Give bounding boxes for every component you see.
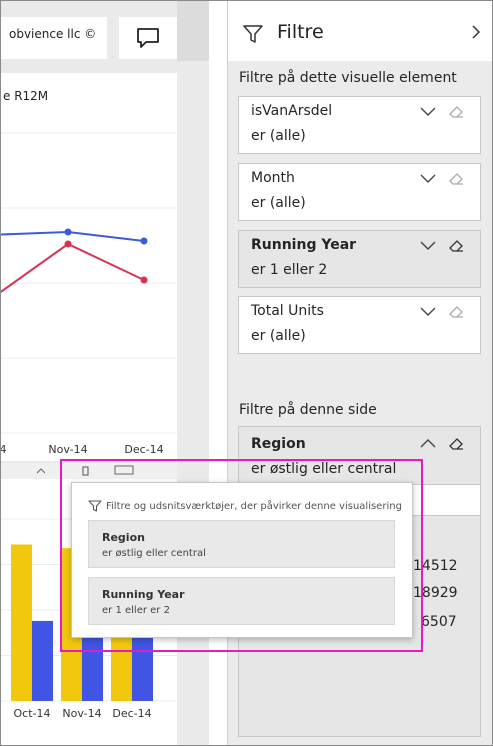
line-chart: Oct-14 Nov-14 Dec-14: [1, 132, 177, 456]
filter-card-value: er 1 eller 2: [251, 262, 328, 278]
filter-card-name: Month: [251, 170, 295, 186]
eraser-icon[interactable]: [447, 171, 465, 187]
bar: [11, 544, 32, 701]
x-tick-label: Oct-14: [1, 443, 7, 456]
eraser-icon[interactable]: [447, 238, 465, 254]
data-point: [140, 237, 148, 245]
eraser-icon[interactable]: [447, 304, 465, 320]
visual-header-icons: [36, 465, 134, 476]
filter-card-isvanarsdel[interactable]: isVanArsdel er (alle): [238, 96, 481, 154]
chevron-up-icon[interactable]: [419, 437, 437, 449]
focus-mode-icon: [114, 465, 134, 475]
line-chart-visual[interactable]: e R12M Oct-14Nov-14Dec-14: [1, 73, 177, 461]
filter-card-name: Running Year: [251, 237, 357, 253]
chevron-down-icon[interactable]: [419, 239, 437, 251]
x-tick-label: Dec-14: [124, 443, 163, 456]
series-line: [1, 230, 145, 242]
filter-card-name: Total Units: [251, 303, 324, 319]
data-point: [64, 228, 72, 236]
region-count-value: 14512: [413, 558, 458, 574]
tooltip-item-name: Running Year: [102, 588, 185, 601]
tooltip-item-value: er 1 eller er 2: [102, 605, 170, 616]
filter-card-month[interactable]: Month er (alle): [238, 163, 481, 221]
tooltip-item-running-year: Running Year er 1 eller er 2: [88, 577, 395, 625]
chevron-down-icon[interactable]: [419, 172, 437, 184]
region-count-value: 6507: [421, 614, 457, 630]
eraser-icon[interactable]: [447, 436, 465, 452]
chevron-right-icon[interactable]: [470, 23, 482, 41]
x-tick-label: Nov-14: [62, 707, 101, 720]
funnel-icon: [243, 25, 263, 43]
x-tick-label: Nov-14: [48, 443, 87, 456]
region-count-value: 18929: [413, 585, 458, 601]
drill-icon: [36, 468, 46, 474]
filter-card-value: er østlig eller central: [251, 461, 397, 477]
tooltip-header-text: Filtre og udsnitsværktøjer, der påvirker…: [106, 500, 402, 512]
brand-label: obvience llc ©: [9, 27, 97, 41]
brand-card: obvience llc ©: [1, 17, 107, 59]
filter-card-name: Region: [251, 436, 306, 452]
x-tick-label: Oct-14: [14, 707, 51, 720]
comment-button[interactable]: [119, 17, 177, 59]
data-point: [64, 240, 72, 248]
tooltip-header: Filtre og udsnitsværktøjer, der påvirker…: [88, 499, 402, 513]
visual-filters-heading: Filtre på dette visuelle element: [239, 70, 457, 86]
filter-indicator-icon: [82, 466, 89, 476]
tooltip-item-name: Region: [102, 531, 145, 544]
eraser-icon[interactable]: [447, 104, 465, 120]
funnel-icon: [88, 500, 102, 512]
filter-card-value: er (alle): [251, 195, 306, 211]
tooltip-item-region: Region er østlig eller central: [88, 520, 395, 568]
filter-tooltip: Filtre og udsnitsværktøjer, der påvirker…: [71, 482, 413, 638]
chevron-down-icon[interactable]: [419, 105, 437, 117]
x-tick-label: Dec-14: [112, 707, 151, 720]
tooltip-item-value: er østlig eller central: [102, 548, 206, 559]
chevron-down-icon[interactable]: [419, 305, 437, 317]
series-line: [1, 242, 145, 293]
filter-card-value: er (alle): [251, 328, 306, 344]
filter-card-running-year[interactable]: Running Year er 1 eller 2: [238, 230, 481, 288]
data-point: [140, 276, 148, 284]
filter-card-value: er (alle): [251, 128, 306, 144]
filter-pane-header: Filtre: [228, 1, 492, 61]
canvas-background-strip: [177, 1, 209, 61]
comment-icon: [137, 28, 159, 48]
filter-card-total-units[interactable]: Total Units er (alle): [238, 296, 481, 354]
page-filters-heading: Filtre på denne side: [239, 402, 377, 418]
filter-card-name: isVanArsdel: [251, 103, 333, 119]
filter-pane-title: Filtre: [277, 21, 324, 43]
bar: [32, 620, 53, 701]
